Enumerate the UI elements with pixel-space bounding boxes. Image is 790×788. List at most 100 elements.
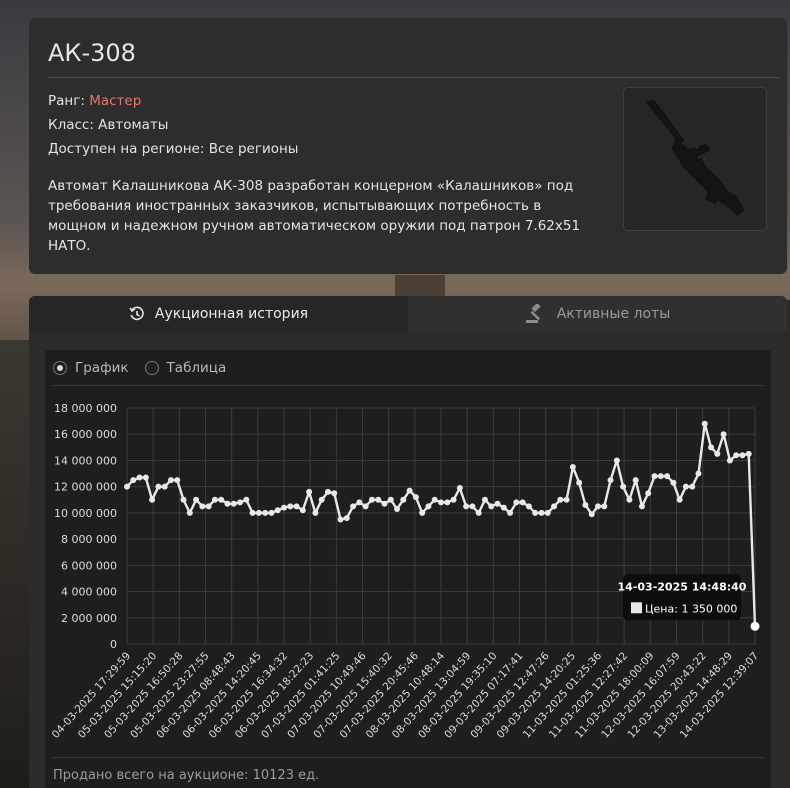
data-point bbox=[136, 474, 143, 481]
chart-area: График Таблица 02 000 000 4 000 000 6 000 … bbox=[45, 350, 771, 788]
data-point bbox=[425, 503, 432, 510]
data-point bbox=[563, 496, 570, 503]
data-point bbox=[274, 507, 281, 514]
tab-active-lots-label: Активные лоты bbox=[556, 306, 671, 322]
y-tick-label: 4 000 000 bbox=[61, 586, 117, 599]
rank-label: Ранг: bbox=[48, 93, 90, 109]
tab-active-lots[interactable]: Активные лоты bbox=[408, 296, 787, 332]
data-point bbox=[444, 499, 451, 506]
y-tick-label: 12 000 000 bbox=[54, 481, 117, 494]
data-point bbox=[475, 509, 482, 516]
data-point bbox=[733, 452, 740, 459]
data-point bbox=[324, 488, 331, 495]
tab-auction-history-label: Аукционная история bbox=[154, 306, 309, 322]
data-point bbox=[494, 500, 501, 507]
data-point bbox=[431, 496, 438, 503]
data-point bbox=[463, 503, 470, 510]
data-point bbox=[287, 503, 294, 510]
data-point bbox=[249, 509, 256, 516]
rifle-icon bbox=[645, 99, 745, 217]
data-point bbox=[293, 503, 300, 510]
y-tick-label: 10 000 000 bbox=[54, 507, 117, 520]
data-point bbox=[174, 477, 181, 484]
data-point bbox=[350, 503, 357, 510]
rank-line: Ранг: Мастер bbox=[48, 93, 141, 109]
data-point bbox=[412, 494, 419, 501]
background-post bbox=[395, 275, 445, 297]
data-point bbox=[538, 509, 545, 516]
data-point bbox=[657, 473, 664, 480]
data-point bbox=[632, 477, 639, 484]
data-point bbox=[469, 503, 476, 510]
data-point bbox=[739, 452, 746, 459]
data-point bbox=[394, 505, 401, 512]
data-point bbox=[205, 503, 212, 510]
rank-value: Мастер bbox=[89, 93, 142, 109]
data-point bbox=[513, 499, 520, 506]
data-point bbox=[362, 503, 369, 510]
data-point bbox=[387, 496, 394, 503]
data-point bbox=[343, 515, 350, 522]
data-point bbox=[576, 479, 583, 486]
item-info-card: АК-308 Ранг: Мастер Класс: Автоматы Дост… bbox=[29, 18, 787, 274]
data-point bbox=[130, 477, 137, 484]
data-point bbox=[488, 503, 495, 510]
data-point bbox=[670, 479, 677, 486]
data-point bbox=[255, 509, 262, 516]
data-point bbox=[211, 496, 218, 503]
data-point bbox=[588, 511, 595, 518]
data-point bbox=[218, 496, 225, 503]
data-point bbox=[142, 474, 149, 481]
y-tick-label: 14 000 000 bbox=[54, 454, 117, 467]
data-point bbox=[161, 483, 168, 490]
data-point bbox=[312, 509, 319, 516]
data-point bbox=[645, 490, 652, 497]
footer-divider bbox=[53, 757, 763, 758]
price-history-chart: 0 2 000 000 4 000 000 6 000 000 8 000 000 10 … bbox=[50, 402, 762, 741]
data-point bbox=[124, 483, 130, 490]
data-point bbox=[438, 499, 444, 506]
data-point bbox=[450, 496, 457, 503]
data-point bbox=[507, 509, 514, 516]
data-point bbox=[601, 503, 608, 510]
data-point bbox=[406, 487, 413, 494]
data-point bbox=[199, 503, 206, 510]
hover-point bbox=[750, 621, 760, 631]
data-point bbox=[500, 504, 507, 511]
data-point bbox=[262, 509, 269, 516]
data-point bbox=[720, 431, 727, 438]
class-line: Класс: Автоматы bbox=[48, 117, 169, 133]
history-icon bbox=[129, 306, 145, 322]
data-point bbox=[569, 464, 576, 470]
region-line: Доступен на регионе: Все регионы bbox=[48, 141, 299, 157]
data-point bbox=[456, 484, 463, 491]
data-point bbox=[318, 496, 325, 503]
tooltip-price: Цена: 1 350 000 bbox=[645, 602, 737, 615]
data-point bbox=[695, 470, 702, 477]
data-point bbox=[306, 488, 313, 495]
data-point bbox=[638, 503, 645, 510]
data-point bbox=[230, 500, 237, 507]
data-point bbox=[620, 483, 627, 490]
y-tick-label: 0 bbox=[110, 638, 117, 651]
sold-total: Продано всего на аукционе: 10123 ед. bbox=[53, 768, 320, 783]
data-point bbox=[331, 490, 338, 497]
y-tick-label: 16 000 000 bbox=[54, 428, 117, 441]
y-tick-label: 8 000 000 bbox=[61, 533, 117, 546]
data-point bbox=[664, 473, 671, 480]
data-point bbox=[519, 499, 526, 506]
data-point bbox=[532, 509, 539, 516]
background-scenery bbox=[0, 340, 30, 788]
data-point bbox=[551, 503, 558, 510]
data-point bbox=[689, 483, 696, 490]
data-point bbox=[626, 496, 633, 503]
weapon-image bbox=[623, 87, 767, 231]
data-point bbox=[651, 473, 658, 480]
data-point bbox=[726, 457, 733, 464]
data-point bbox=[167, 477, 174, 484]
data-point bbox=[337, 516, 344, 523]
tab-auction-history[interactable]: Аукционная история bbox=[29, 296, 408, 332]
data-point bbox=[595, 503, 601, 510]
data-point bbox=[237, 499, 244, 506]
data-point bbox=[613, 457, 620, 464]
